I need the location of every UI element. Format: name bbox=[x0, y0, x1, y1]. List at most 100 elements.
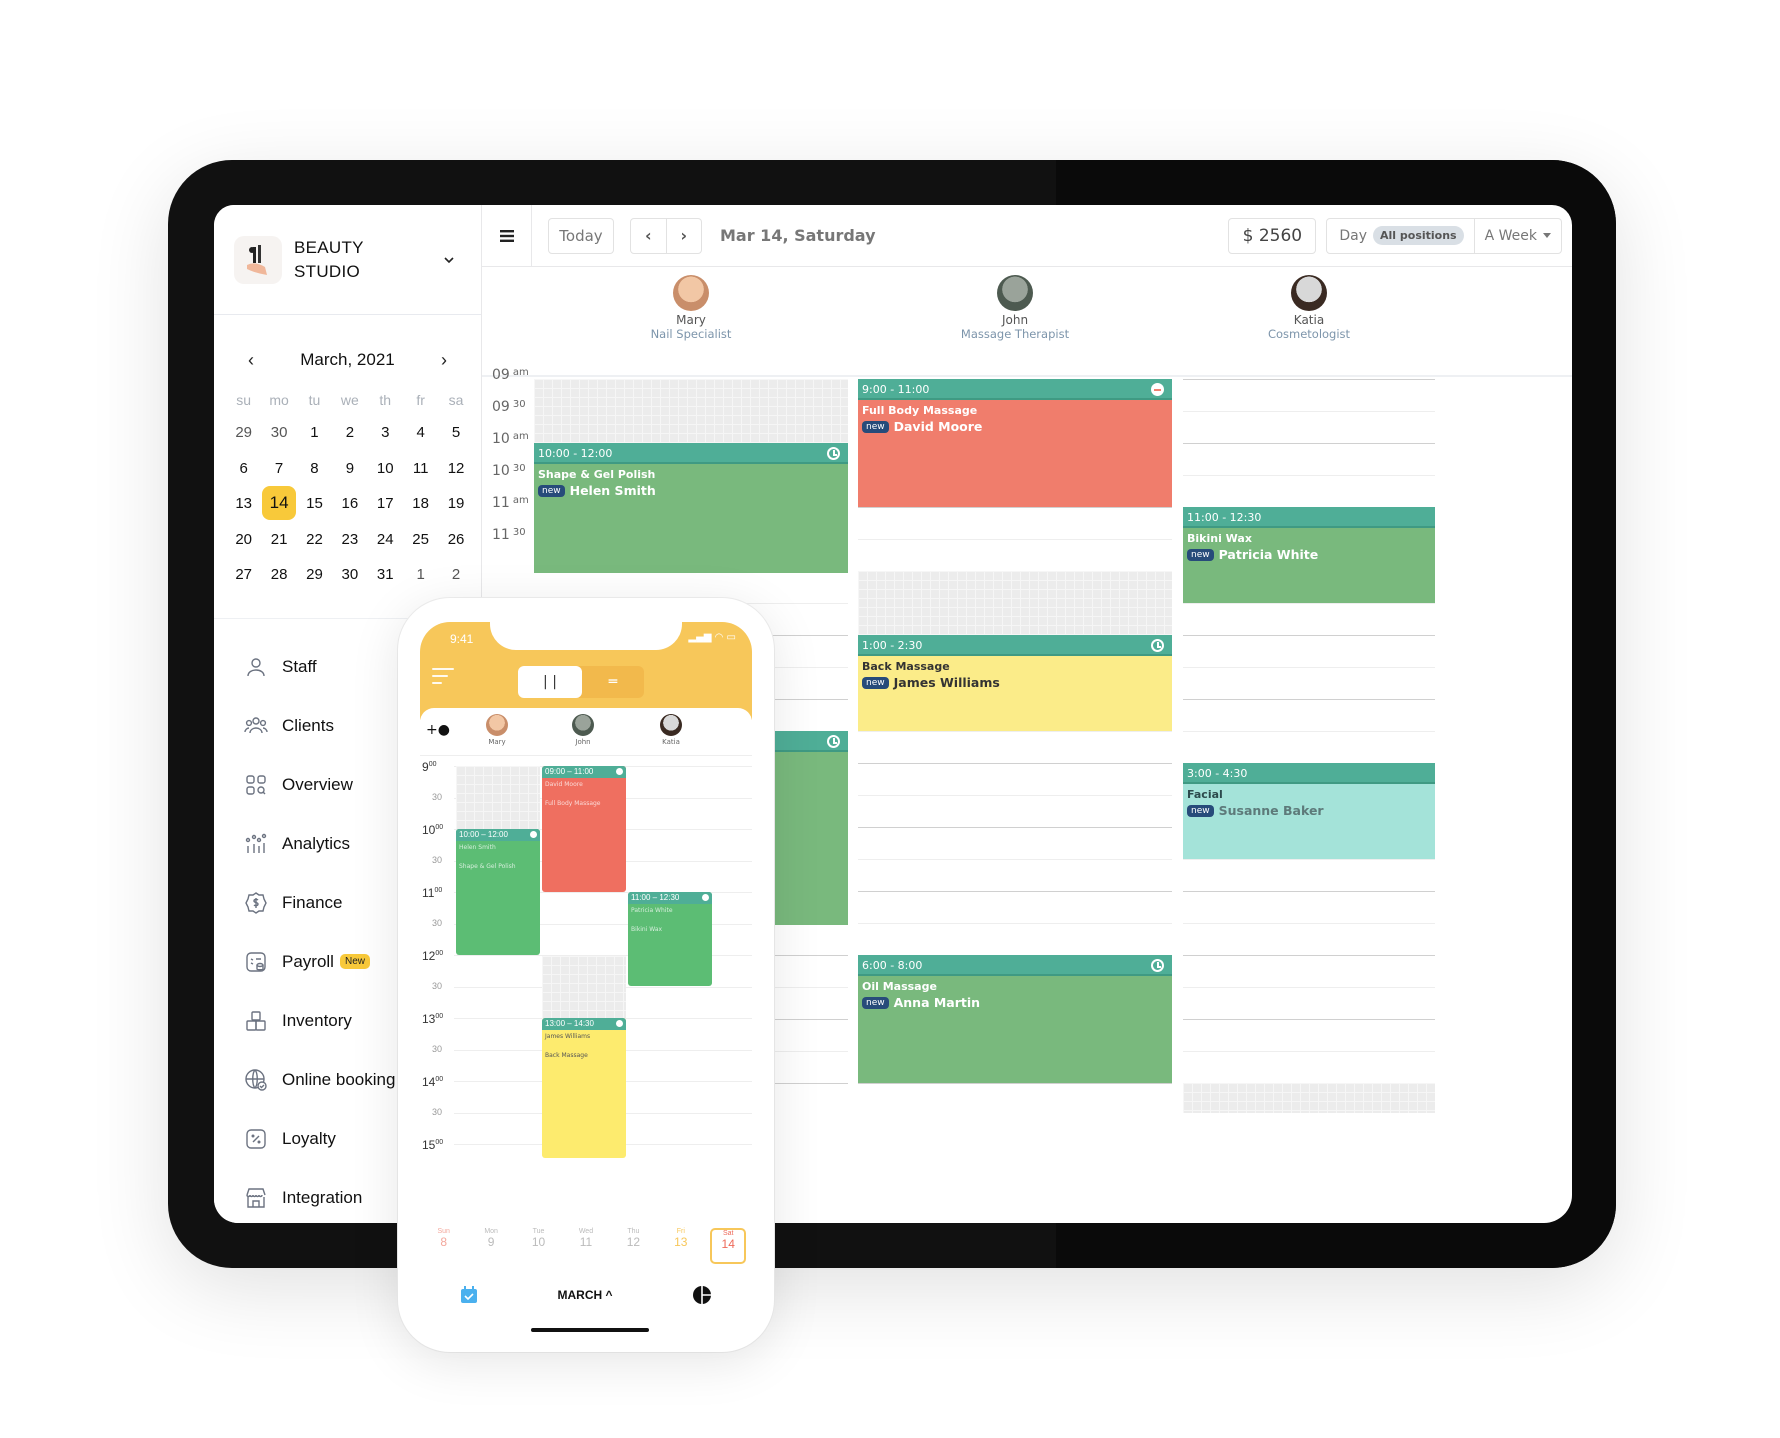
positions-filter[interactable]: All positions bbox=[1373, 226, 1464, 245]
phone-day-sun[interactable]: Sun 8 bbox=[426, 1228, 462, 1264]
sidebar-item-label: Loyalty bbox=[282, 1128, 336, 1148]
phone-staff-katia[interactable]: Katia bbox=[646, 714, 696, 746]
phone-filter-icon[interactable] bbox=[432, 668, 454, 689]
appointment-time: 3:00 - 4:30 bbox=[1183, 763, 1435, 784]
calendar-day[interactable]: 25 bbox=[403, 522, 438, 558]
sidebar-item-label: Online booking bbox=[282, 1069, 396, 1089]
clock-icon[interactable] bbox=[827, 735, 840, 748]
calendar-day[interactable]: 27 bbox=[226, 557, 261, 593]
day-number: 14 bbox=[721, 1237, 735, 1251]
phone-day-thu[interactable]: Thu 12 bbox=[615, 1228, 651, 1264]
calendar-day[interactable]: 28 bbox=[261, 557, 296, 593]
phone-day-fri[interactable]: Fri 13 bbox=[663, 1228, 699, 1264]
calendar-icon[interactable] bbox=[460, 1286, 478, 1304]
appointment-time: 6:00 - 8:00 bbox=[858, 955, 1172, 976]
grid-line bbox=[1183, 1051, 1435, 1052]
calendar-day[interactable]: 20 bbox=[226, 522, 261, 558]
calendar-day[interactable]: 15 bbox=[297, 486, 332, 522]
appointment-card[interactable]: 11:00 - 12:30 Bikini Wax new Patricia White bbox=[1183, 507, 1435, 603]
phone-appointment-card[interactable]: 10:00 – 12:00 Helen Smith Shape & Gel Poli… bbox=[456, 829, 540, 955]
clock-icon[interactable] bbox=[1151, 959, 1164, 972]
time-label: 11 am bbox=[492, 495, 529, 511]
calendar-day[interactable]: 23 bbox=[332, 522, 367, 558]
calendar-day[interactable]: 5 bbox=[438, 415, 473, 451]
calendar-day[interactable]: 16 bbox=[332, 486, 367, 522]
calendar-day[interactable]: 31 bbox=[368, 557, 403, 593]
brand-logo bbox=[234, 235, 282, 284]
calendar-day[interactable]: 3 bbox=[368, 415, 403, 451]
menu-button[interactable] bbox=[482, 205, 532, 267]
add-staff-icon[interactable]: +● bbox=[426, 722, 450, 738]
calendar-day[interactable]: 8 bbox=[297, 451, 332, 487]
remove-icon[interactable] bbox=[1151, 383, 1164, 396]
calendar-day[interactable]: 30 bbox=[261, 415, 296, 451]
caret-down-icon bbox=[1543, 233, 1551, 238]
calendar-day[interactable]: 2 bbox=[332, 415, 367, 451]
staff-header-row: Mary Nail Specialist John Massage Therapist… bbox=[482, 267, 1572, 377]
calendar-day[interactable]: 24 bbox=[368, 522, 403, 558]
appointment-card[interactable]: 3:00 - 4:30 Facial new Susanne Baker bbox=[1183, 763, 1435, 859]
calendar-day[interactable]: 1 bbox=[297, 415, 332, 451]
list-view-icon[interactable]: ═ bbox=[582, 666, 644, 698]
chevron-down-icon[interactable] bbox=[443, 254, 455, 266]
calendar-day[interactable]: 26 bbox=[438, 522, 473, 558]
calendar-day[interactable]: 17 bbox=[368, 486, 403, 522]
phone-day-wed[interactable]: Wed 11 bbox=[568, 1228, 604, 1264]
phone-appointment-card[interactable]: 09:00 – 11:00 David Moore Full Body Massag… bbox=[542, 766, 626, 892]
calendar-day[interactable]: 19 bbox=[438, 486, 473, 522]
columns-view-icon[interactable]: | | bbox=[518, 666, 582, 698]
calendar-day[interactable]: 1 bbox=[403, 557, 438, 593]
selected-day[interactable]: 14 bbox=[261, 486, 297, 522]
staff-header-john[interactable]: John Massage Therapist bbox=[925, 275, 1105, 341]
range-select[interactable]: A Week bbox=[1473, 218, 1561, 253]
phone-month-selector[interactable]: MARCH ^ bbox=[557, 1288, 612, 1302]
calendar-day[interactable]: 7 bbox=[261, 451, 296, 487]
appointment-card[interactable]: 6:00 - 8:00 Oil Massage new Anna Martin bbox=[858, 955, 1172, 1083]
appointment-time: 9:00 - 11:00 bbox=[858, 379, 1172, 400]
pie-chart-icon[interactable] bbox=[692, 1285, 712, 1305]
weekday: Thu bbox=[627, 1228, 640, 1235]
calendar-day[interactable]: 10 bbox=[368, 451, 403, 487]
phone-day-sat[interactable]: Sat 14 bbox=[710, 1228, 747, 1264]
grid-line bbox=[1183, 987, 1435, 988]
store-icon bbox=[246, 1187, 266, 1208]
calendar-day[interactable]: 2 bbox=[438, 557, 473, 593]
today-button[interactable]: Today bbox=[548, 217, 614, 254]
next-month-button[interactable]: › bbox=[441, 350, 447, 371]
calendar-day[interactable]: 29 bbox=[226, 415, 261, 451]
calendar-day[interactable]: 21 bbox=[261, 522, 296, 558]
staff-header-katia[interactable]: Katia Cosmetologist bbox=[1219, 275, 1399, 341]
phone-appointment-card[interactable]: 13:00 – 14:30 James Williams Back Massage bbox=[542, 1018, 626, 1158]
clock-icon[interactable] bbox=[827, 447, 840, 460]
phone-day-tue[interactable]: Tue 10 bbox=[521, 1228, 557, 1264]
clock-icon[interactable] bbox=[1151, 639, 1164, 652]
phone-appointment-card[interactable]: 11:00 – 12:30 Patricia White Bikini Wax bbox=[628, 892, 712, 986]
calendar-day[interactable]: 22 bbox=[297, 522, 332, 558]
calendar-day[interactable]: 30 bbox=[332, 557, 367, 593]
calendar-day[interactable]: 29 bbox=[297, 557, 332, 593]
prev-month-button[interactable]: ‹ bbox=[248, 350, 254, 371]
phone-staff-john[interactable]: John bbox=[558, 714, 608, 746]
phone-day-mon[interactable]: Mon 9 bbox=[473, 1228, 509, 1264]
calendar-day[interactable]: 4 bbox=[403, 415, 438, 451]
calendar-day[interactable]: 11 bbox=[403, 451, 438, 487]
appointment-card[interactable]: 1:00 - 2:30 Back Massage new James Williams bbox=[858, 635, 1172, 731]
phone-time-label: 1100 bbox=[422, 886, 443, 900]
calendar-day[interactable]: 12 bbox=[438, 451, 473, 487]
revenue-total[interactable]: $ 2560 bbox=[1228, 217, 1317, 254]
appointment-card[interactable]: 9:00 - 11:00 Full Body Massage new David Mo… bbox=[858, 379, 1172, 507]
phone-appointment-service: Bikini Wax bbox=[631, 926, 663, 933]
next-day-button[interactable]: › bbox=[665, 218, 702, 253]
calendar-day[interactable]: 18 bbox=[403, 486, 438, 522]
staff-header-mary[interactable]: Mary Nail Specialist bbox=[601, 275, 781, 341]
day-number: 13 bbox=[674, 1235, 688, 1249]
view-day[interactable]: Day bbox=[1327, 228, 1373, 244]
prev-day-button[interactable]: ‹ bbox=[631, 219, 666, 253]
appointment-card[interactable]: 10:00 - 12:00 Shape & Gel Polish new Helen … bbox=[534, 443, 848, 573]
calendar-day[interactable]: 9 bbox=[332, 451, 367, 487]
calendar-day[interactable]: 13 bbox=[226, 486, 261, 522]
calendar-day[interactable]: 6 bbox=[226, 451, 261, 487]
phone-staff-mary[interactable]: Mary bbox=[472, 714, 522, 746]
staff-role: Cosmetologist bbox=[1267, 327, 1351, 341]
brand-switcher[interactable]: BEAUTY STUDIO bbox=[214, 205, 481, 315]
